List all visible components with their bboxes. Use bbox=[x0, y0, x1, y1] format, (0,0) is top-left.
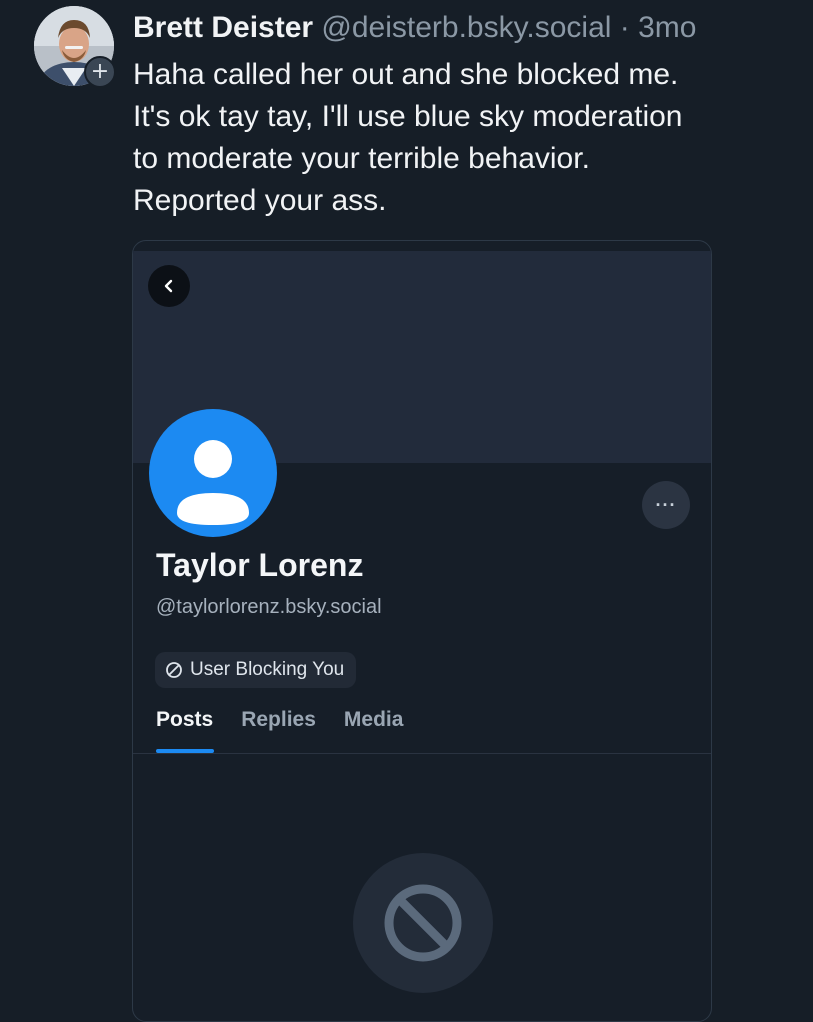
post-text: Haha called her out and she blocked me. … bbox=[133, 54, 793, 222]
header-separator: · bbox=[619, 11, 630, 44]
post-timestamp[interactable]: 3mo bbox=[638, 11, 696, 44]
tab-media: Media bbox=[343, 708, 404, 731]
embedded-image[interactable]: ··· Taylor Lorenz @taylorlorenz.bsky.soc… bbox=[132, 240, 712, 1022]
ellipsis-icon: ··· bbox=[655, 494, 677, 515]
follow-plus-icon[interactable]: + bbox=[84, 56, 116, 88]
post-text-line: to moderate your terrible behavior. bbox=[133, 142, 590, 175]
post-text-line: Haha called her out and she blocked me. bbox=[133, 58, 679, 91]
chevron-left-icon bbox=[164, 279, 173, 293]
profile-handle: @taylorlorenz.bsky.social bbox=[156, 596, 382, 618]
post-text-line: It's ok tay tay, I'll use blue sky moder… bbox=[133, 100, 683, 133]
default-user-icon bbox=[177, 440, 249, 525]
blocked-empty-state bbox=[353, 853, 493, 993]
back-button bbox=[148, 265, 190, 307]
profile-tabs: Posts Replies Media bbox=[156, 708, 403, 732]
tab-divider bbox=[133, 753, 711, 754]
tab-posts: Posts bbox=[156, 708, 214, 731]
blocking-badge: User Blocking You bbox=[155, 652, 357, 688]
profile-name: Taylor Lorenz bbox=[156, 547, 364, 583]
block-icon bbox=[384, 884, 462, 962]
tab-replies: Replies bbox=[241, 708, 316, 731]
author-name[interactable]: Brett Deister bbox=[133, 11, 313, 44]
blocking-badge-label: User Blocking You bbox=[190, 659, 345, 680]
post-header: Brett Deister @deisterb.bsky.social · 3m… bbox=[133, 8, 696, 48]
profile-avatar bbox=[149, 409, 277, 537]
block-icon bbox=[166, 662, 182, 678]
more-options-button: ··· bbox=[642, 481, 690, 529]
author-handle[interactable]: @deisterb.bsky.social bbox=[321, 11, 611, 44]
post-text-line: Reported your ass. bbox=[133, 184, 387, 217]
